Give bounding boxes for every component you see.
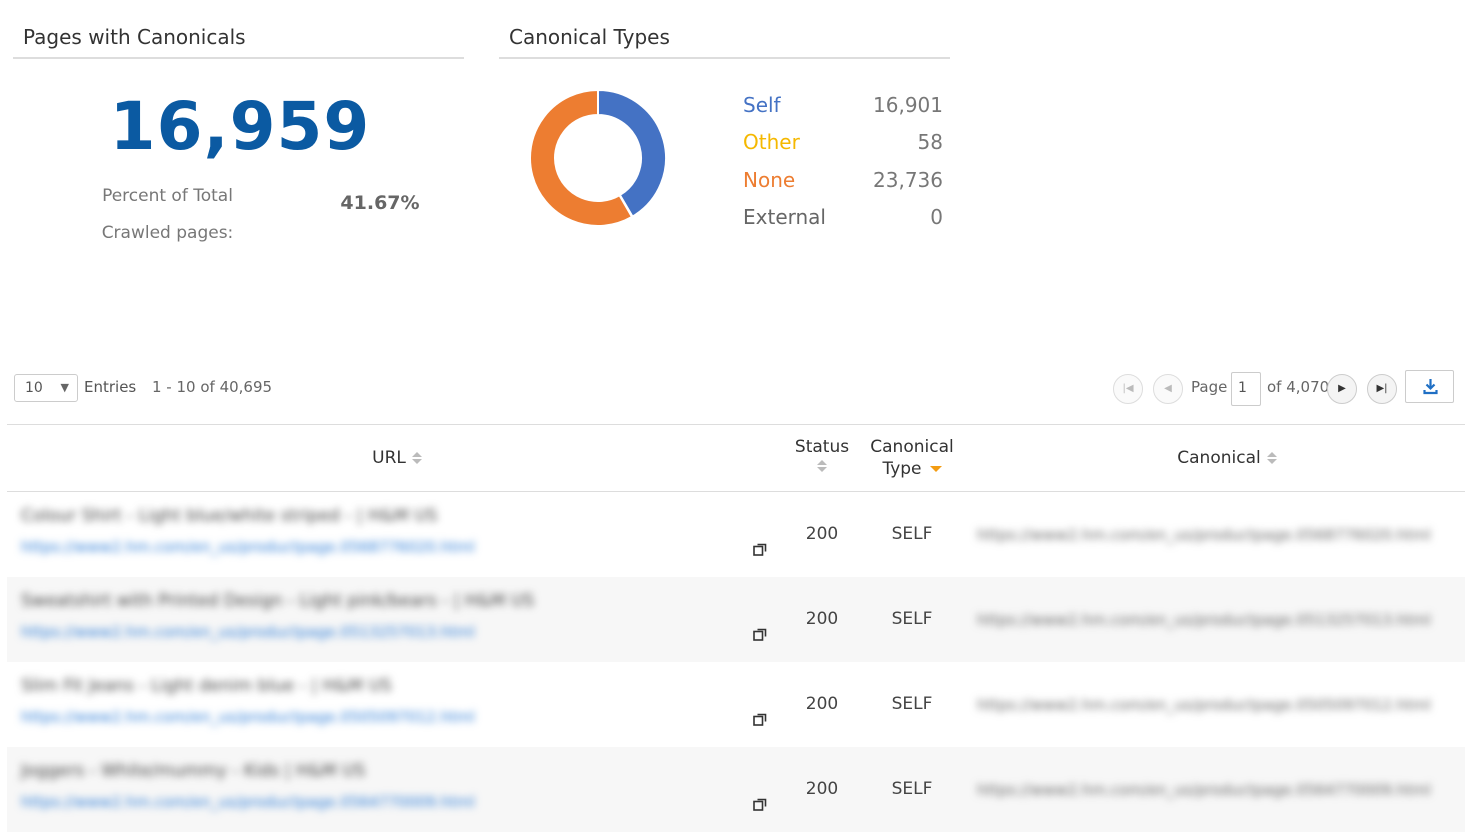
column-header-label: Canonical xyxy=(870,437,954,457)
legend-label: Self xyxy=(743,92,781,117)
last-page-icon: ▶| xyxy=(1376,383,1388,394)
open-external-icon[interactable] xyxy=(753,627,767,641)
sort-icon xyxy=(411,452,422,464)
canonical-types-legend: Self 16,901 Other 58 None 23,736 Externa… xyxy=(743,86,943,236)
column-header-canonical-type[interactable]: Canonical Type xyxy=(862,436,962,480)
range-label: 1 - 10 of 40,695 xyxy=(152,378,273,396)
status-cell: 200 xyxy=(805,609,839,629)
chevron-down-icon: ▼ xyxy=(60,381,69,394)
status-cell: 200 xyxy=(805,524,839,544)
last-page-button[interactable]: ▶| xyxy=(1367,374,1397,404)
canonical-count: 16,959 xyxy=(109,88,371,165)
page-url-link[interactable]: https://www2.hm.com/en_us/productpage.05… xyxy=(21,793,475,811)
page-url-link[interactable]: https://www2.hm.com/en_us/productpage.05… xyxy=(21,538,475,556)
page-url-link[interactable]: https://www2.hm.com/en_us/productpage.05… xyxy=(21,623,475,641)
legend-label: None xyxy=(743,167,796,192)
canonical-url-cell: https://www2.hm.com/en_us/productpage.05… xyxy=(977,781,1431,799)
page-url-link[interactable]: https://www2.hm.com/en_us/productpage.05… xyxy=(21,708,475,726)
legend-value: 23,736 xyxy=(873,167,943,192)
column-header-canonical[interactable]: Canonical xyxy=(1127,447,1327,469)
entries-label: Entries xyxy=(84,378,137,396)
legend-value: 58 xyxy=(917,130,943,155)
column-header-label: URL xyxy=(372,448,406,468)
sort-desc-icon xyxy=(929,466,942,472)
column-header-status[interactable]: Status xyxy=(787,436,857,472)
column-header-url[interactable]: URL xyxy=(307,447,487,469)
page-title-cell: Slim Fit Jeans - Light denim blue - | H&… xyxy=(21,676,392,696)
status-cell: 200 xyxy=(805,779,839,799)
legend-row-none: None 23,736 xyxy=(743,161,943,199)
percent-label: Percent of Total Crawled pages: xyxy=(101,186,234,243)
canonical-type-cell: SELF xyxy=(891,694,933,714)
canonical-type-cell: SELF xyxy=(891,779,933,799)
canonical-url-cell: https://www2.hm.com/en_us/productpage.05… xyxy=(977,526,1431,544)
column-header-label: Status xyxy=(794,437,850,457)
canonical-type-cell: SELF xyxy=(891,609,933,629)
table-row: Sweatshirt with Printed Design - Light p… xyxy=(7,577,1465,662)
entries-select-value: 10 xyxy=(25,380,43,396)
next-page-icon: ▶ xyxy=(1338,383,1346,394)
legend-value: 16,901 xyxy=(873,92,943,117)
download-button[interactable] xyxy=(1405,370,1454,403)
legend-row-external: External 0 xyxy=(743,199,943,237)
percent-value: 41.67% xyxy=(340,192,420,214)
next-page-button[interactable]: ▶ xyxy=(1327,374,1357,404)
canonical-url-cell: https://www2.hm.com/en_us/productpage.05… xyxy=(977,611,1431,629)
pagination: |◀ ◀ Page 1 of 4,070 ▶ ▶| xyxy=(1113,370,1473,406)
page-title-cell: Colour Shirt - Light blue/white striped … xyxy=(21,506,438,526)
table-header: URL Status Canonical Type Canonical xyxy=(7,424,1465,492)
page-title-cell: Sweatshirt with Printed Design - Light p… xyxy=(21,591,535,611)
download-icon xyxy=(1423,379,1438,395)
first-page-button[interactable]: |◀ xyxy=(1113,374,1143,404)
legend-label: External xyxy=(743,205,826,230)
prev-page-icon: ◀ xyxy=(1164,383,1172,394)
canonical-type-cell: SELF xyxy=(891,524,933,544)
legend-row-other: Other 58 xyxy=(743,124,943,162)
page-title-cell: Joggers - White/mummy - Kids | H&M US xyxy=(21,761,366,781)
open-external-icon[interactable] xyxy=(753,542,767,556)
prev-page-button[interactable]: ◀ xyxy=(1153,374,1183,404)
entries-per-page-select[interactable]: 10 ▼ xyxy=(14,374,78,402)
column-header-label: Canonical xyxy=(1177,448,1261,468)
open-external-icon[interactable] xyxy=(753,797,767,811)
page-of-label: of 4,070 xyxy=(1267,378,1330,396)
legend-label: Other xyxy=(743,130,800,155)
legend-value: 0 xyxy=(930,205,943,230)
table-row: Colour Shirt - Light blue/white striped … xyxy=(7,492,1465,577)
canonical-types-title: Canonical Types xyxy=(499,22,950,59)
open-external-icon[interactable] xyxy=(753,712,767,726)
column-header-label: Type xyxy=(882,459,922,479)
page-label: Page xyxy=(1191,378,1228,396)
sort-icon xyxy=(817,460,827,472)
first-page-icon: |◀ xyxy=(1122,383,1134,394)
donut-slice-self xyxy=(597,88,667,218)
status-cell: 200 xyxy=(805,694,839,714)
pages-table: URL Status Canonical Type Canonical Colo… xyxy=(7,424,1465,832)
sort-icon xyxy=(1266,452,1277,464)
table-row: Slim Fit Jeans - Light denim blue - | H&… xyxy=(7,662,1465,747)
table-row: Joggers - White/mummy - Kids | H&M US ht… xyxy=(7,747,1465,832)
canonical-url-cell: https://www2.hm.com/en_us/productpage.05… xyxy=(977,696,1431,714)
pages-with-canonicals-title: Pages with Canonicals xyxy=(13,22,464,59)
canonical-types-donut xyxy=(529,88,667,227)
page-number-input[interactable]: 1 xyxy=(1231,372,1261,406)
legend-row-self: Self 16,901 xyxy=(743,86,943,124)
